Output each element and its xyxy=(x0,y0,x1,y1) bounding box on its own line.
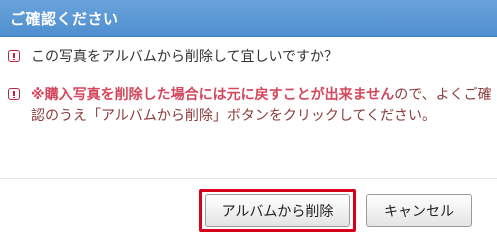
warning-emphasis: ※購入写真を削除した場合には元に戻すことが出来ません xyxy=(31,87,395,103)
warning-message: ※購入写真を削除した場合には元に戻すことが出来ませんので、よくご確認のうえ「アル… xyxy=(8,85,493,127)
cancel-button[interactable]: キャンセル xyxy=(366,194,472,227)
footer-divider xyxy=(0,178,497,179)
confirm-message-text: この写真をアルバムから削除して宜しいですか？ xyxy=(31,49,339,65)
warning-icon xyxy=(8,50,20,62)
dialog-title: ご確認ください xyxy=(10,10,119,28)
warning-message-text: ※購入写真を削除した場合には元に戻すことが出来ませんので、よくご確認のうえ「アル… xyxy=(8,85,493,127)
dialog-titlebar: ご確認ください xyxy=(0,0,497,37)
warning-icon xyxy=(8,88,20,100)
confirm-dialog: ご確認ください この写真をアルバムから削除して宜しいですか？ ※購入写真を削除し… xyxy=(0,0,497,250)
delete-from-album-button[interactable]: アルバムから削除 xyxy=(205,194,350,227)
confirm-message: この写真をアルバムから削除して宜しいですか？ xyxy=(8,47,338,68)
